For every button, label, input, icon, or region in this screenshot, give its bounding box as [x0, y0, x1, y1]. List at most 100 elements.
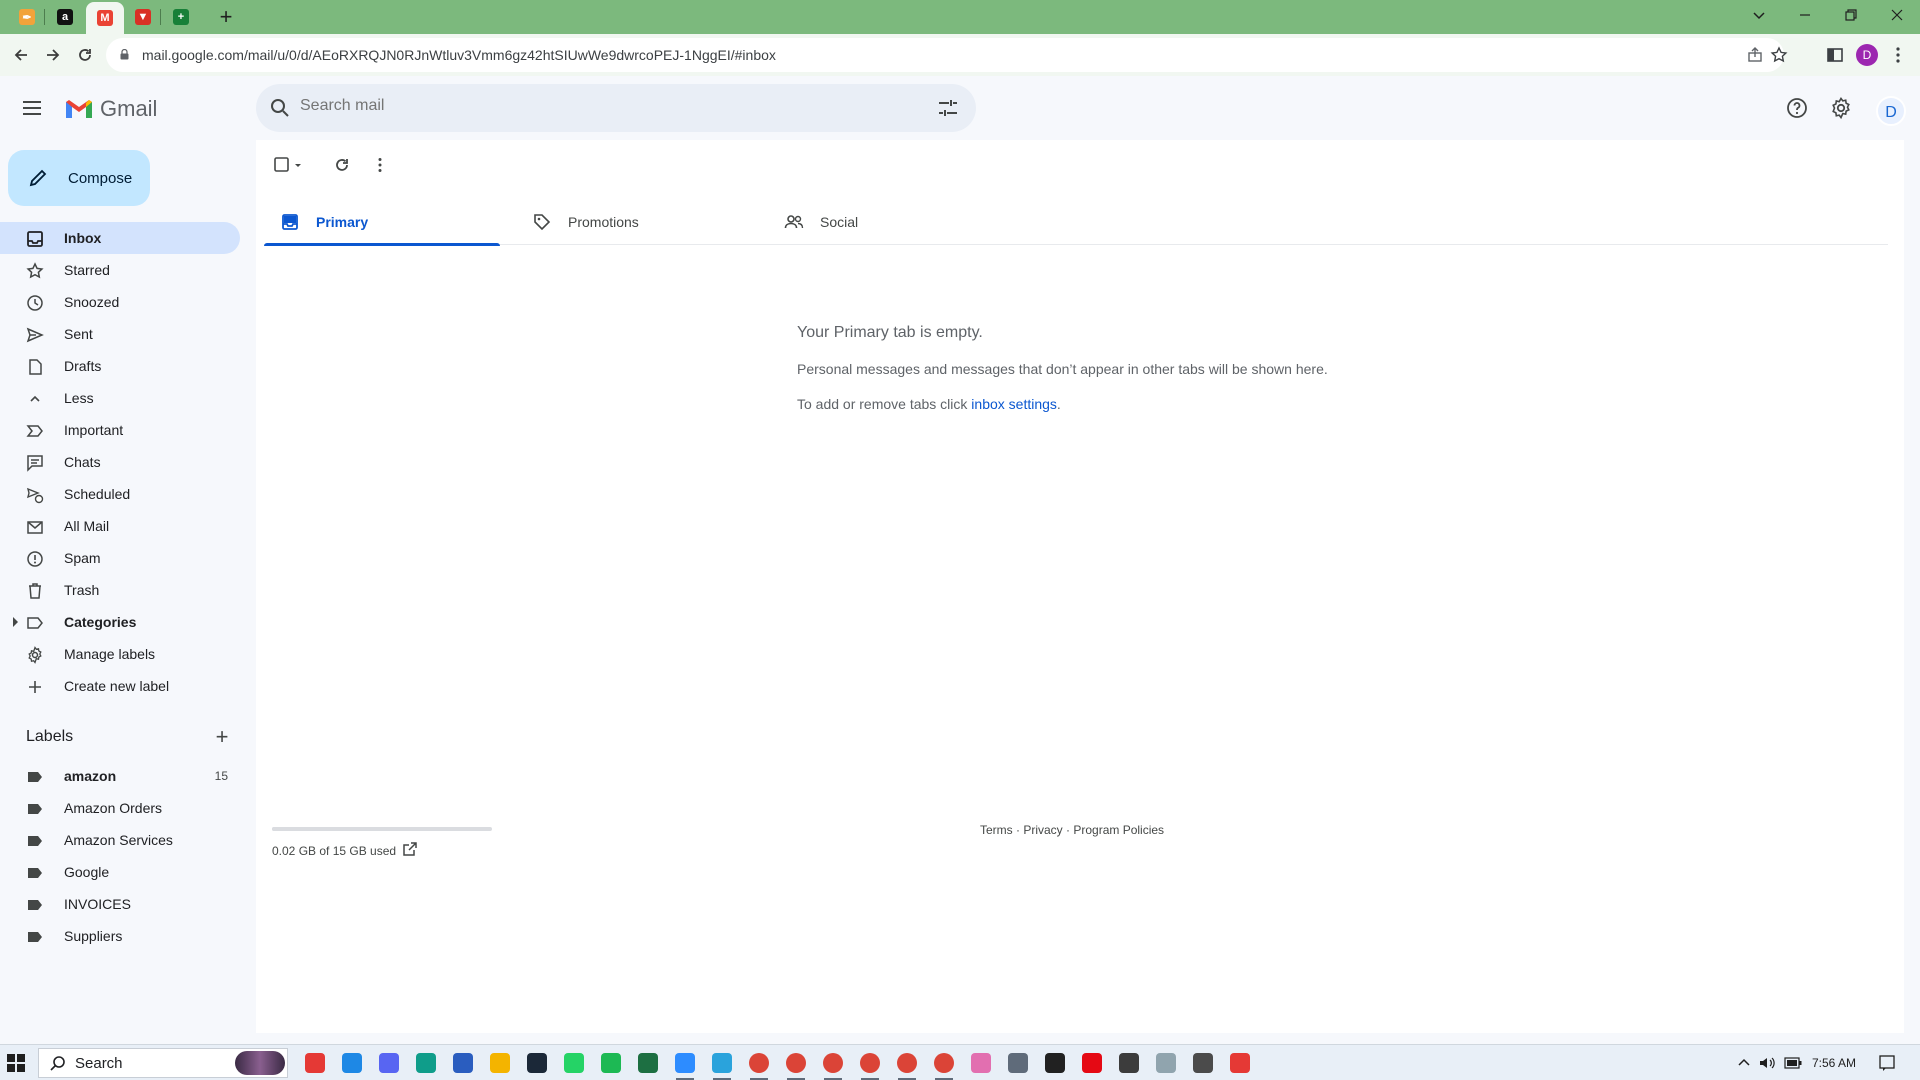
nav-item-spam[interactable]: Spam: [0, 542, 240, 574]
more-options-icon[interactable]: [377, 155, 383, 175]
tab-app-1[interactable]: ✒: [8, 0, 46, 34]
taskbar-netflix-app-icon[interactable]: [1082, 1053, 1102, 1073]
taskbar-chrome-app-5-icon[interactable]: [897, 1053, 917, 1080]
nav-item-all-mail[interactable]: All Mail: [0, 510, 240, 542]
gmail-logo[interactable]: Gmail: [64, 96, 157, 122]
account-avatar[interactable]: D: [1876, 96, 1906, 126]
windows-start-icon[interactable]: [6, 1053, 26, 1073]
taskbar-notepad-app-icon[interactable]: [1156, 1053, 1176, 1073]
nav-item-snoozed[interactable]: Snoozed: [0, 286, 240, 318]
search-bar[interactable]: [256, 84, 976, 132]
taskbar-chrome-app-3-icon[interactable]: [823, 1053, 843, 1080]
tab-primary[interactable]: Primary: [264, 200, 500, 246]
taskbar-tool-app-icon[interactable]: [1230, 1053, 1250, 1073]
label-item-amazon-orders[interactable]: Amazon Orders: [0, 792, 240, 824]
tab-search-icon[interactable]: [1736, 0, 1782, 30]
expand-arrow-icon[interactable]: [13, 617, 18, 627]
privacy-link[interactable]: Privacy: [1023, 823, 1062, 837]
label-item-google[interactable]: Google: [0, 856, 240, 888]
tab-social[interactable]: Social: [768, 200, 1004, 245]
taskbar-spotify-app-icon[interactable]: [601, 1053, 621, 1073]
settings-icon[interactable]: [1829, 96, 1853, 120]
search-input[interactable]: [300, 97, 860, 115]
program-policies-link[interactable]: Program Policies: [1073, 823, 1164, 837]
main-menu-icon[interactable]: [20, 96, 44, 120]
address-bar[interactable]: mail.google.com/mail/u/0/d/AEoRXRQJN0RJn…: [106, 38, 1788, 72]
terms-link[interactable]: Terms: [980, 823, 1013, 837]
open-in-new-icon[interactable]: [402, 841, 418, 857]
restore-window-button[interactable]: [1828, 0, 1874, 30]
taskbar-discord-app-icon[interactable]: [379, 1053, 399, 1073]
browser-menu-icon[interactable]: [1894, 46, 1902, 64]
taskbar-excel-app-icon[interactable]: [638, 1053, 658, 1073]
taskbar-chrome-app-2-icon[interactable]: [786, 1053, 806, 1080]
taskbar-red-app-icon[interactable]: [305, 1053, 325, 1073]
taskbar-explorer-app-icon[interactable]: [490, 1053, 510, 1073]
search-icon[interactable]: [268, 96, 292, 120]
label-item-amazon[interactable]: amazon 15: [0, 760, 240, 792]
label-item-amazon-services[interactable]: Amazon Services: [0, 824, 240, 856]
browser-profile-avatar[interactable]: D: [1856, 44, 1878, 66]
taskbar-edge-app-icon[interactable]: [416, 1053, 436, 1073]
taskbar-mail-app-icon[interactable]: [342, 1053, 362, 1073]
taskbar-search-box[interactable]: Search: [38, 1048, 288, 1078]
back-arrow-icon[interactable]: [6, 40, 36, 70]
volume-icon[interactable]: [1758, 1055, 1776, 1071]
label-item-invoices[interactable]: INVOICES: [0, 888, 240, 920]
nav-item-less[interactable]: Less: [0, 382, 240, 414]
nav-item-create-new-label[interactable]: Create new label: [0, 670, 240, 702]
search-options-icon[interactable]: [936, 96, 960, 120]
tab-sheets[interactable]: +: [162, 0, 200, 34]
nav-item-starred[interactable]: Starred: [0, 254, 240, 286]
bookmark-star-icon[interactable]: [1770, 46, 1788, 64]
nav-item-trash[interactable]: Trash: [0, 574, 240, 606]
select-all-checkbox[interactable]: [274, 155, 304, 175]
taskbar-clock[interactable]: 7:56 AM: [1812, 1056, 1856, 1070]
taskbar-paint-app-icon[interactable]: [971, 1053, 991, 1073]
show-hidden-icons-icon[interactable]: [1738, 1057, 1750, 1067]
taskbar-steam-app-icon[interactable]: [527, 1053, 547, 1073]
nav-item-chats[interactable]: Chats: [0, 446, 240, 478]
taskbar-zoom-app-icon[interactable]: [675, 1053, 695, 1080]
nav-item-inbox[interactable]: Inbox: [0, 222, 240, 254]
tab-app-4[interactable]: ▼: [124, 0, 162, 34]
inbox-settings-link[interactable]: inbox settings: [971, 396, 1057, 412]
taskbar-calculator-app-icon[interactable]: [1008, 1053, 1028, 1073]
refresh-icon[interactable]: [334, 155, 350, 175]
nav-item-manage-labels[interactable]: Manage labels: [0, 638, 240, 670]
tab-amazon-favicon-icon: a: [57, 9, 73, 25]
tab-amazon[interactable]: a: [46, 0, 84, 34]
taskbar-sticky-app-icon[interactable]: [1119, 1053, 1139, 1073]
taskbar-store-app-icon[interactable]: [453, 1053, 473, 1073]
nav-item-categories[interactable]: Categories: [0, 606, 240, 638]
side-panel-icon[interactable]: [1826, 46, 1844, 64]
nav-item-important[interactable]: Important: [0, 414, 240, 446]
nav-item-drafts[interactable]: Drafts: [0, 350, 240, 382]
label-icon: [26, 896, 44, 914]
share-icon[interactable]: [1746, 46, 1764, 64]
taskbar-telegram-app-icon[interactable]: [712, 1053, 732, 1080]
plus-icon: [26, 678, 44, 696]
tab-gmail[interactable]: M: [86, 2, 124, 34]
taskbar-chrome-app-1-icon[interactable]: [749, 1053, 769, 1080]
notifications-icon[interactable]: [1878, 1054, 1896, 1072]
forward-arrow-icon[interactable]: [38, 40, 68, 70]
minimize-window-button[interactable]: [1782, 0, 1828, 30]
tab-promotions[interactable]: Promotions: [516, 200, 752, 245]
taskbar-chrome-app-4-icon[interactable]: [860, 1053, 880, 1080]
reload-icon[interactable]: [70, 40, 100, 70]
close-window-button[interactable]: [1874, 0, 1920, 30]
right-side-strip: [1904, 140, 1920, 1044]
help-icon[interactable]: [1785, 96, 1809, 120]
taskbar-media-app-icon[interactable]: [1045, 1053, 1065, 1073]
nav-item-sent[interactable]: Sent: [0, 318, 240, 350]
taskbar-chrome-app-6-icon[interactable]: [934, 1053, 954, 1080]
nav-item-scheduled[interactable]: Scheduled: [0, 478, 240, 510]
label-item-suppliers[interactable]: Suppliers: [0, 920, 240, 952]
compose-button[interactable]: Compose: [8, 150, 150, 206]
battery-icon[interactable]: [1784, 1057, 1802, 1069]
new-tab-button[interactable]: +: [214, 5, 238, 29]
taskbar-whatsapp-app-icon[interactable]: [564, 1053, 584, 1073]
add-label-icon[interactable]: +: [212, 726, 232, 748]
taskbar-settings-app-icon[interactable]: [1193, 1053, 1213, 1073]
